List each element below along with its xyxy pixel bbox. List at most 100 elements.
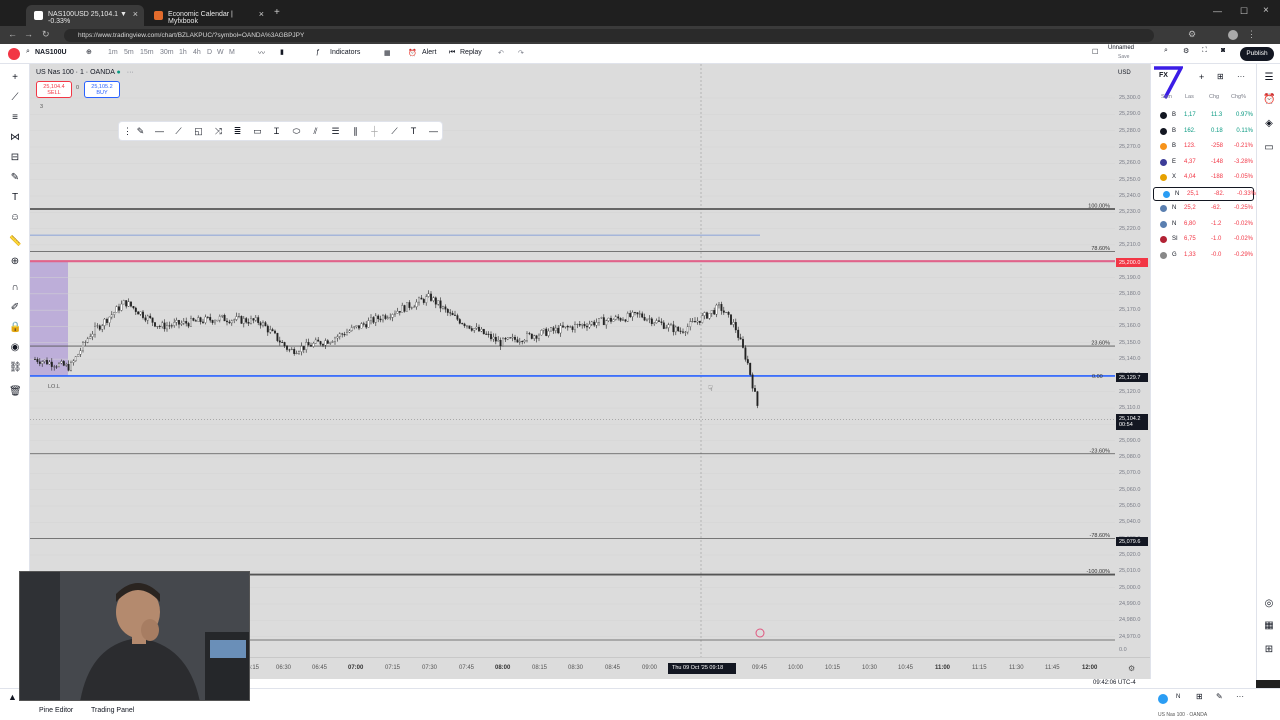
templates-icon[interactable]: ▦ — [384, 49, 391, 57]
ellipse-icon[interactable]: ⬭ — [291, 126, 302, 137]
channel-icon[interactable]: ⫽ — [310, 126, 321, 137]
interval-m[interactable]: M — [229, 49, 235, 56]
interval-d[interactable]: D — [207, 49, 212, 56]
trendline-icon[interactable]: ⟋ — [9, 92, 21, 104]
interval-1h[interactable]: 1h — [179, 49, 187, 56]
calendar-icon[interactable]: ▦ — [1263, 620, 1275, 632]
forward-icon[interactable]: → — [24, 29, 33, 39]
text-tool-icon[interactable]: T — [9, 192, 21, 204]
parallel-icon[interactable]: ∥ — [350, 126, 361, 137]
col-symbol[interactable]: Sym — [1161, 94, 1172, 100]
zoom-icon[interactable]: ⊕ — [9, 256, 21, 268]
interval-4h[interactable]: 4h — [193, 49, 201, 56]
trading-panel-tab[interactable]: Trading Panel — [91, 707, 134, 714]
interval-5m[interactable]: 5m — [124, 49, 134, 56]
new-tab-button[interactable]: + — [274, 7, 280, 18]
magnet-icon[interactable]: ∩ — [9, 282, 21, 294]
watchlist-row[interactable]: G 1,33 -0.0 -0.29% — [1151, 249, 1257, 263]
layout-icon[interactable]: ☐ — [1092, 48, 1098, 56]
buy-button[interactable]: 25,105.2 BUY — [84, 81, 120, 98]
more-icon[interactable]: ··· — [1237, 72, 1245, 81]
drag-handle-icon[interactable]: ⋮ — [122, 126, 133, 137]
browser-tab-tradingview[interactable]: NAS100USD 25,104.1 ▼ -0.33% × — [26, 5, 144, 26]
layers-icon[interactable]: ◈ — [1263, 118, 1275, 130]
path-icon[interactable]: ⤨ — [213, 126, 224, 137]
sell-button[interactable]: 25,104.4 SELL — [36, 81, 72, 98]
replay-button[interactable]: Replay — [460, 49, 482, 56]
projection-icon[interactable]: ⊟ — [9, 152, 21, 164]
arrow-icon[interactable]: ⟋ — [389, 126, 400, 137]
ruler-icon[interactable]: 📏 — [9, 236, 21, 248]
fib-channel-icon[interactable]: ☰ — [330, 126, 341, 137]
watchlist-row[interactable]: N 25,1 -82. -0.33% — [1153, 186, 1256, 201]
chart-pane[interactable]: 100.00% 78.60% 23.60% -23.60% -78.60% -100.00… — [30, 64, 1115, 657]
more-options-icon[interactable]: ··· — [1236, 692, 1244, 701]
chart-type-icon[interactable]: 〰 — [258, 48, 265, 58]
time-settings-icon[interactable]: ⚙ — [1128, 664, 1135, 673]
profile-avatar[interactable] — [1228, 30, 1238, 40]
watchlist-row[interactable]: SI 6,75 -1.0 -0.02% — [1151, 233, 1257, 247]
reload-icon[interactable]: ↻ — [42, 29, 50, 40]
snapshot-icon[interactable]: ◙ — [1221, 47, 1225, 54]
settings-icon[interactable]: ⚙ — [1183, 47, 1189, 55]
minimize-icon[interactable]: — — [1213, 6, 1222, 16]
chat-icon[interactable]: ▭ — [1263, 142, 1275, 154]
grid-icon[interactable]: ⊞ — [1196, 692, 1203, 701]
maximize-icon[interactable]: ☐ — [1240, 6, 1248, 17]
add-symbol-icon[interactable]: ⊕ — [86, 48, 92, 56]
fib-tool-icon[interactable]: ≣ — [232, 126, 243, 137]
alert-button[interactable]: Alert — [422, 49, 436, 56]
alert-icon[interactable]: ⏰ — [408, 49, 417, 57]
close-window-icon[interactable]: × — [1263, 5, 1269, 16]
interval-30m[interactable]: 30m — [160, 49, 174, 56]
undo-icon[interactable]: ↶ — [498, 49, 504, 57]
edit-icon[interactable]: ✎ — [1216, 692, 1223, 701]
back-icon[interactable]: ← — [8, 29, 17, 39]
fullscreen-icon[interactable]: ⛶ — [1202, 47, 1207, 55]
symbol-search[interactable]: NAS100U — [35, 49, 67, 56]
watchlist-row[interactable]: X 4,04 -188 -0.05% — [1151, 171, 1257, 185]
layout-name[interactable]: Unnamed — [1108, 45, 1134, 51]
interval-15m[interactable]: 15m — [140, 49, 154, 56]
user-avatar[interactable] — [8, 48, 20, 60]
link-icon[interactable]: ⛓ — [9, 362, 22, 374]
watchlist-row[interactable]: N 25,2 -62. -0.25% — [1151, 202, 1257, 216]
pine-editor-tab[interactable]: Pine Editor — [39, 707, 73, 714]
close-tab-icon[interactable]: × — [133, 9, 138, 19]
watchlist-row[interactable]: E 4,37 -148 -3.28% — [1151, 156, 1257, 170]
stay-drawing-icon[interactable]: ✐ — [9, 302, 21, 314]
watchlist-row[interactable]: B 123. -258 -0.21% — [1151, 140, 1257, 154]
watchlist-row[interactable]: N 6,80 -1.2 -0.02% — [1151, 218, 1257, 232]
col-chg-pct[interactable]: Chg% — [1231, 94, 1246, 100]
callout-icon[interactable]: ◱ — [193, 126, 204, 137]
extensions-icon[interactable]: ⚙ — [1188, 29, 1196, 40]
pattern-icon[interactable]: ⋈ — [9, 132, 21, 144]
indicators-button[interactable]: Indicators — [330, 49, 360, 56]
alerts-icon[interactable]: ⏰ — [1263, 94, 1275, 106]
price-axis[interactable]: 25,300.0 25,290.0 25,280.0 25,270.0 25,260.0… — [1115, 64, 1150, 657]
watchlist-row[interactable]: B 1,17 11.3 0.97% — [1151, 109, 1257, 123]
lock-icon[interactable]: 🔒 — [9, 322, 21, 334]
browser-tab-myfxbook[interactable]: Economic Calendar | Myfxbook × — [146, 5, 270, 26]
emoji-icon[interactable]: ☺ — [9, 212, 21, 224]
search-icon[interactable]: ⌕ — [26, 48, 30, 56]
crosshair-icon[interactable]: + — [9, 72, 21, 84]
ray-icon[interactable]: ⟋ — [173, 126, 184, 137]
watchlist-row[interactable]: B 162. 0.18 0.11% — [1151, 125, 1257, 139]
add-symbol-watchlist-icon[interactable]: + — [1199, 72, 1204, 82]
target-icon[interactable]: ◎ — [1263, 598, 1275, 610]
pen-icon[interactable]: ✎ — [135, 126, 146, 137]
close-tab-icon[interactable]: × — [259, 9, 264, 19]
redo-icon[interactable]: ↷ — [518, 49, 524, 57]
utc-clock[interactable]: 09:42:06 UTC-4 — [1093, 680, 1136, 686]
cross-line-icon[interactable]: ┼ — [369, 126, 380, 137]
watchlist-icon[interactable]: ☰ — [1263, 72, 1275, 84]
menu-icon[interactable]: ⋮ — [1247, 29, 1256, 40]
url-input[interactable]: https://www.tradingview.com/chart/BZLAKP… — [64, 29, 1154, 42]
interval-1m[interactable]: 1m — [108, 49, 118, 56]
col-chg[interactable]: Chg — [1209, 94, 1219, 100]
line-icon[interactable]: — — [154, 126, 165, 137]
indicators-icon[interactable]: ƒ — [316, 49, 320, 56]
currency-label[interactable]: USD — [1118, 70, 1131, 76]
eye-icon[interactable]: ◉ — [9, 342, 21, 354]
